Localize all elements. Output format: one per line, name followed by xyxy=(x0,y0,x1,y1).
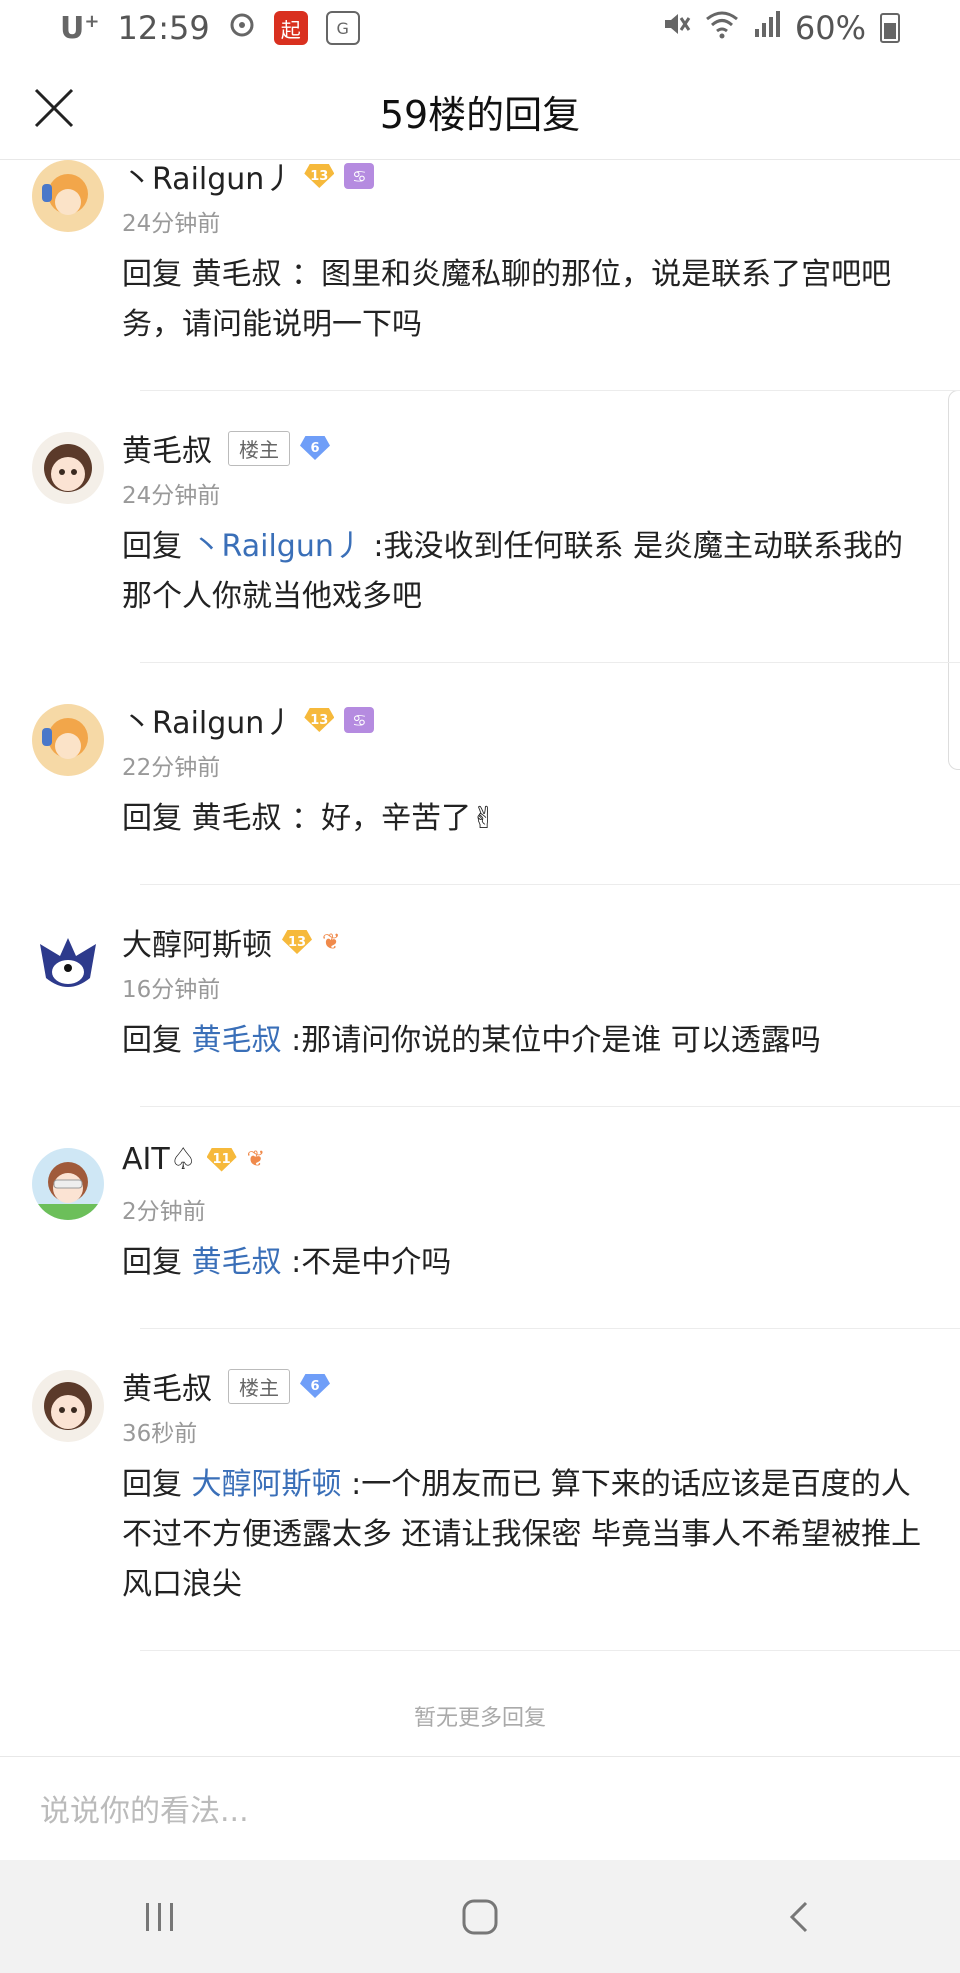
username[interactable]: 丶Railgun丿 13 ♋ xyxy=(122,154,375,198)
reply-text: 回复 黄毛叔 :那请问你说的某位中介是谁 可以透露吗 xyxy=(122,1023,821,1058)
comment-input-bar xyxy=(0,1756,960,1860)
divider xyxy=(140,390,960,391)
app-notification-icon: 起 xyxy=(273,11,308,45)
divider xyxy=(140,884,960,885)
reply-text: 回复 丶Railgun丿 :我没收到任何联系 是炎魔主动联系我的那个人你就当他戏… xyxy=(122,529,904,614)
level-badge: 13 xyxy=(304,164,335,188)
sync-icon xyxy=(228,9,256,47)
reply-text: 回复 大醇阿斯顿 :一个朋友而已 算下来的话应该是百度的人 不过不方便透露太多 … xyxy=(122,1467,922,1602)
scrollbar[interactable] xyxy=(948,390,960,770)
battery-percent: 60% xyxy=(794,9,866,47)
reply-target-link[interactable]: 黄毛叔 xyxy=(192,1245,282,1280)
avatar[interactable] xyxy=(32,1370,104,1442)
divider xyxy=(140,662,960,663)
battery-icon xyxy=(880,13,900,43)
back-button[interactable] xyxy=(760,1887,840,1947)
timestamp: 24分钟前 xyxy=(122,483,221,509)
comment-input[interactable] xyxy=(40,1787,920,1835)
recent-apps-icon xyxy=(146,1902,173,1931)
username[interactable]: 大醇阿斯顿 13 ❦ xyxy=(122,920,340,964)
level-badge: 6 xyxy=(300,436,330,460)
username[interactable]: 黄毛叔 楼主 6 xyxy=(122,1364,330,1408)
reply-text: 回复 黄毛叔 :不是中介吗 xyxy=(122,1245,452,1280)
timestamp: 16分钟前 xyxy=(122,977,221,1003)
timestamp: 24分钟前 xyxy=(122,211,221,237)
reply-target-link[interactable]: 黄毛叔 xyxy=(192,1023,282,1058)
op-badge: 楼主 xyxy=(228,430,290,466)
reply-text: 回复 黄毛叔 ：图里和炎魔私聊的那位，说是联系了宫吧吧务，请问能说明一下吗 xyxy=(122,257,892,342)
lungs-icon: ❦ xyxy=(246,1147,266,1172)
divider xyxy=(140,1650,960,1651)
timestamp: 2分钟前 xyxy=(122,1199,206,1225)
level-badge: 11 xyxy=(206,1147,237,1172)
avatar[interactable] xyxy=(32,432,104,504)
carrier-label: U+ xyxy=(60,10,100,46)
mute-icon xyxy=(661,9,691,47)
status-bar: U+ 12:59 起 G 60% xyxy=(0,0,960,56)
no-more-replies-label: 暂无更多回复 xyxy=(413,1706,546,1731)
username[interactable]: 黄毛叔 楼主 6 xyxy=(122,426,330,470)
zodiac-icon: ♋ xyxy=(344,163,375,189)
signal-icon xyxy=(753,9,781,47)
wifi-icon xyxy=(705,9,739,47)
page-title: 59楼的回复 xyxy=(379,93,581,137)
recent-apps-button[interactable] xyxy=(120,1887,200,1947)
avatar[interactable] xyxy=(32,160,104,232)
username[interactable]: AIT♤ 11 ❦ xyxy=(122,1142,265,1177)
zodiac-icon: ♋ xyxy=(344,707,375,733)
avatar[interactable] xyxy=(32,1148,104,1220)
avatar[interactable] xyxy=(32,704,104,776)
system-nav-bar xyxy=(0,1860,960,1973)
back-icon xyxy=(789,1901,808,1932)
home-button[interactable] xyxy=(440,1887,520,1947)
translate-icon: G xyxy=(325,11,360,45)
reply-text: 回复 黄毛叔 ：好，辛苦了✌ xyxy=(122,801,497,836)
header: 59楼的回复 xyxy=(0,56,960,160)
avatar[interactable] xyxy=(32,926,104,998)
op-badge: 楼主 xyxy=(228,1368,290,1404)
clock: 12:59 xyxy=(117,9,210,47)
lungs-icon: ❦ xyxy=(322,929,341,955)
username[interactable]: 丶Railgun丿 13 ♋ xyxy=(122,698,375,742)
timestamp: 22分钟前 xyxy=(122,755,221,781)
divider xyxy=(140,1328,960,1329)
divider xyxy=(140,1106,960,1107)
level-badge: 6 xyxy=(300,1374,330,1398)
reply-target-link[interactable]: 丶Railgun丿 xyxy=(192,529,364,564)
home-icon xyxy=(462,1899,498,1934)
reply-target-link[interactable]: 大醇阿斯顿 xyxy=(192,1467,342,1502)
level-badge: 13 xyxy=(304,708,335,732)
timestamp: 36秒前 xyxy=(122,1421,198,1447)
level-badge: 13 xyxy=(282,930,312,954)
